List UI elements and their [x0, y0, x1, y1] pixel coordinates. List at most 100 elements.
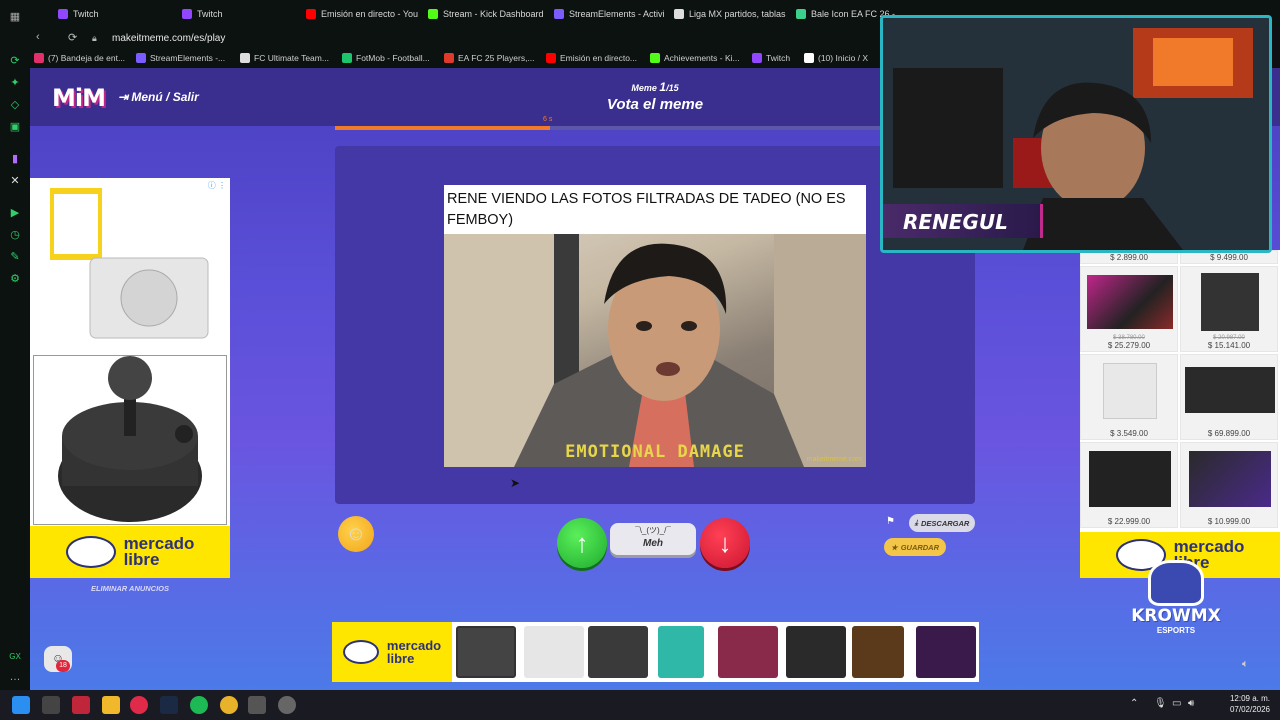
tab[interactable]: Emisión en directo - You [306, 4, 424, 24]
play-icon[interactable]: ▶ [8, 206, 22, 220]
gx-icon[interactable]: GX [8, 650, 22, 664]
steam-icon[interactable] [160, 696, 178, 714]
save-button[interactable]: ★ GUARDAR [884, 538, 946, 556]
network-icon[interactable]: ▭ [1172, 698, 1181, 709]
product-card[interactable]: $ 38.780.00 $ 25.279.00 [1080, 266, 1178, 352]
product-thumb-shifter[interactable] [456, 626, 516, 678]
site-logo[interactable]: MiM [52, 84, 106, 112]
left-ad[interactable]: ⓘ ⋮ mercado libre [30, 178, 230, 578]
meh-button[interactable]: ¯\_(ツ)_/¯ Meh [610, 523, 696, 555]
bookmark[interactable]: Twitch [752, 53, 790, 63]
app-icon[interactable] [278, 696, 296, 714]
remove-ads-link[interactable]: ELIMINAR ANUNCIOS [30, 584, 230, 593]
reload-icon[interactable]: ⟳ [68, 31, 77, 44]
meme-text: RENE VIENDO LAS FOTOS FILTRADAS DE TADEO… [447, 191, 846, 228]
bookmark[interactable]: FotMob - Football... [342, 53, 430, 63]
kick-icon [650, 53, 660, 63]
downvote-button[interactable]: ↓ [700, 518, 750, 568]
product-card[interactable]: $ 22.999.00 [1080, 442, 1178, 528]
star-icon: ★ [890, 542, 898, 552]
tab[interactable]: StreamElements - Activi [554, 4, 674, 24]
browser-sidebar: ▦ ⟳ ✦ ◇ ▣ ▮ ✕ ▶ ◷ ✎ ⚙ GX … [0, 0, 30, 690]
volume-icon[interactable]: 🔊︎ [1188, 698, 1194, 709]
bottom-ad[interactable]: mercado libre [332, 622, 979, 682]
chrome-icon[interactable] [220, 696, 238, 714]
product-price: $ 9.499.00 [1210, 253, 1248, 262]
task-view-icon[interactable] [42, 696, 60, 714]
age-badge: 18 [56, 660, 70, 672]
file-explorer-icon[interactable] [102, 696, 120, 714]
url-field[interactable]: makeitmeme.com/es/play [112, 33, 225, 44]
product-thumb-gpu[interactable] [786, 626, 846, 678]
sidebar-app-icon[interactable]: ◇ [8, 98, 22, 112]
tray-chevron-icon[interactable]: ⌃ [1130, 698, 1138, 709]
bookmark[interactable]: Achievements - Ki... [650, 53, 740, 63]
settings-icon[interactable]: ⚙ [8, 272, 22, 286]
product-card[interactable]: $ 3.549.00 [1080, 354, 1178, 440]
x-icon[interactable]: ✕ [8, 174, 22, 188]
ad-info-icon[interactable]: ⓘ ⋮ [208, 180, 226, 191]
sidebar-app-icon[interactable]: ✦ [8, 76, 22, 90]
meme-photo: EMOTIONAL DAMAGE makeitmeme.com [444, 234, 866, 467]
youtube-icon [546, 53, 556, 63]
bookmark[interactable]: (10) Inicio / X [804, 53, 868, 63]
sidebar-app-icon[interactable]: ▣ [8, 120, 22, 134]
twitch-icon[interactable]: ▮ [8, 152, 22, 166]
arrow-down-icon: ↓ [718, 528, 732, 558]
tab[interactable]: Stream - Kick Dashboard [428, 4, 550, 24]
opera-gx-icon[interactable] [130, 696, 148, 714]
shifter-image [33, 355, 227, 525]
speaker-icon[interactable]: 🔈︎ [1242, 658, 1249, 671]
streamer-name: RENEGUL [903, 210, 1008, 234]
mercado-libre-banner[interactable]: mercadolibre [332, 622, 452, 682]
windows-start-icon[interactable] [12, 696, 30, 714]
microphone-icon[interactable]: 🎙︎ [1154, 698, 1167, 709]
system-clock[interactable]: 12:09 a. m. 07/02/2026 [1206, 693, 1270, 715]
menu-exit-button[interactable]: ⇥ Menú / Salir [118, 90, 199, 104]
emoji-reaction-button[interactable]: ☺ [338, 516, 374, 552]
upvote-button[interactable]: ↑ [557, 518, 607, 568]
app-icon[interactable] [248, 696, 266, 714]
page-title: Vota el meme [606, 96, 704, 113]
product-card[interactable]: $ 20.987.00 $ 15.141.00 [1180, 266, 1278, 352]
app-icon[interactable] [72, 696, 90, 714]
mercado-libre-logo-text: mercadolibre [386, 638, 442, 666]
round-info: Meme 1/15 Vota el meme [560, 80, 750, 113]
tab[interactable]: Twitch [182, 4, 302, 24]
workspaces-icon[interactable]: ▦ [8, 10, 22, 24]
product-thumb-monitor[interactable] [916, 626, 976, 678]
gpu-image [1089, 451, 1171, 507]
bookmark[interactable]: Emisión en directo... [546, 53, 637, 63]
download-button[interactable]: ⤓ DESCARGAR [909, 514, 975, 532]
gpu-image [1189, 451, 1271, 507]
arrow-up-icon: ↑ [575, 528, 589, 558]
product-thumb-gpu[interactable] [588, 626, 648, 678]
back-icon[interactable]: ‹ [36, 31, 40, 43]
tab[interactable]: Liga MX partidos, tablas [674, 4, 790, 24]
lock-icon: 🔒︎ [92, 33, 97, 43]
extensions-icon[interactable]: ✎ [8, 250, 22, 264]
person-photo [444, 234, 866, 467]
product-thumb-psu[interactable] [524, 626, 584, 678]
youtube-icon [306, 9, 316, 19]
tab[interactable]: Twitch [58, 4, 178, 24]
more-icon[interactable]: … [8, 670, 22, 684]
spotify-icon[interactable] [190, 696, 208, 714]
bookmark[interactable]: EA FC 25 Players,... [444, 53, 535, 63]
product-card[interactable]: $ 69.899.00 [1180, 354, 1278, 440]
product-thumb-cpu[interactable] [852, 626, 904, 678]
product-thumb-tablet[interactable] [658, 626, 704, 678]
right-ad[interactable]: $ 2.899.00 $ 9.499.00 $ 38.780.00 $ 25.27… [1080, 250, 1280, 578]
history-icon[interactable]: ◷ [8, 228, 22, 242]
bookmark[interactable]: FC Ultimate Team... [240, 53, 329, 63]
product-thumb-gpu[interactable] [718, 626, 778, 678]
report-flag-icon[interactable]: ⚑ [886, 516, 895, 527]
product-card[interactable]: $ 10.999.00 [1180, 442, 1278, 528]
timer-fill [335, 126, 550, 130]
refresh-icon[interactable]: ⟳ [8, 54, 22, 68]
mercado-libre-banner[interactable]: mercadolibre [30, 526, 230, 578]
shrug-text: ¯\_(ツ)_/¯ [635, 526, 671, 535]
timer-bar [335, 126, 975, 130]
bookmark[interactable]: StreamElements -... [136, 53, 225, 63]
bookmark[interactable]: (7) Bandeja de ent... [34, 53, 125, 63]
